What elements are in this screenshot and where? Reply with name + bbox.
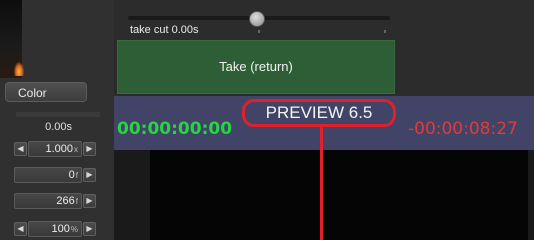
out-frame-stepper[interactable]: 266f ▶: [14, 192, 98, 210]
speed-value[interactable]: 1.000x: [28, 141, 82, 157]
increment-arrow-icon[interactable]: ▶: [83, 142, 96, 156]
increment-arrow-icon[interactable]: ▶: [83, 194, 96, 208]
in-frame-unit: f: [75, 171, 78, 180]
increment-arrow-icon[interactable]: ▶: [83, 168, 96, 182]
in-frame-number: 0: [68, 169, 75, 181]
volume-unit: %: [70, 225, 78, 234]
timecode-start: 00:00:00:00: [117, 119, 233, 139]
slider-tick: [384, 30, 386, 33]
take-cut-label: take cut 0.00s: [130, 24, 199, 36]
out-frame-value[interactable]: 266f: [14, 193, 82, 209]
volume-value[interactable]: 100%: [28, 221, 82, 237]
out-frame-number: 266: [56, 195, 75, 207]
volume-number: 100: [51, 223, 70, 235]
speed-stepper[interactable]: ◀ 1.000x ▶: [14, 140, 98, 158]
flame-image: [14, 62, 24, 76]
color-button[interactable]: Color: [5, 82, 87, 102]
out-frame-unit: f: [75, 197, 78, 206]
clip-thumbnail: [0, 0, 24, 78]
decrement-arrow-icon[interactable]: ◀: [14, 222, 27, 236]
slider-tick: [258, 30, 260, 33]
panel-background: [395, 40, 534, 96]
preview-annotation-badge: PREVIEW 6.5: [242, 99, 396, 127]
annotation-pointer-line: [320, 126, 323, 240]
timecode-remaining: -00:00:08:27: [408, 119, 518, 139]
panel-divider: [16, 112, 100, 117]
volume-stepper[interactable]: ◀ 100% ▶: [14, 220, 98, 238]
app-window: Color 0.00s ◀ 1.000x ▶ 0f ▶ 266f ▶ ◀ 100…: [0, 0, 534, 240]
speed-unit: x: [74, 145, 78, 154]
preview-video: [150, 150, 528, 240]
take-button[interactable]: Take (return): [117, 40, 395, 94]
in-frame-value[interactable]: 0f: [14, 167, 82, 183]
duration-value: 0.00s: [45, 121, 72, 133]
speed-number: 1.000: [45, 143, 73, 155]
increment-arrow-icon[interactable]: ▶: [83, 222, 96, 236]
decrement-arrow-icon[interactable]: ◀: [14, 142, 27, 156]
in-frame-stepper[interactable]: 0f ▶: [14, 166, 98, 184]
take-cut-slider-knob[interactable]: [249, 11, 265, 27]
